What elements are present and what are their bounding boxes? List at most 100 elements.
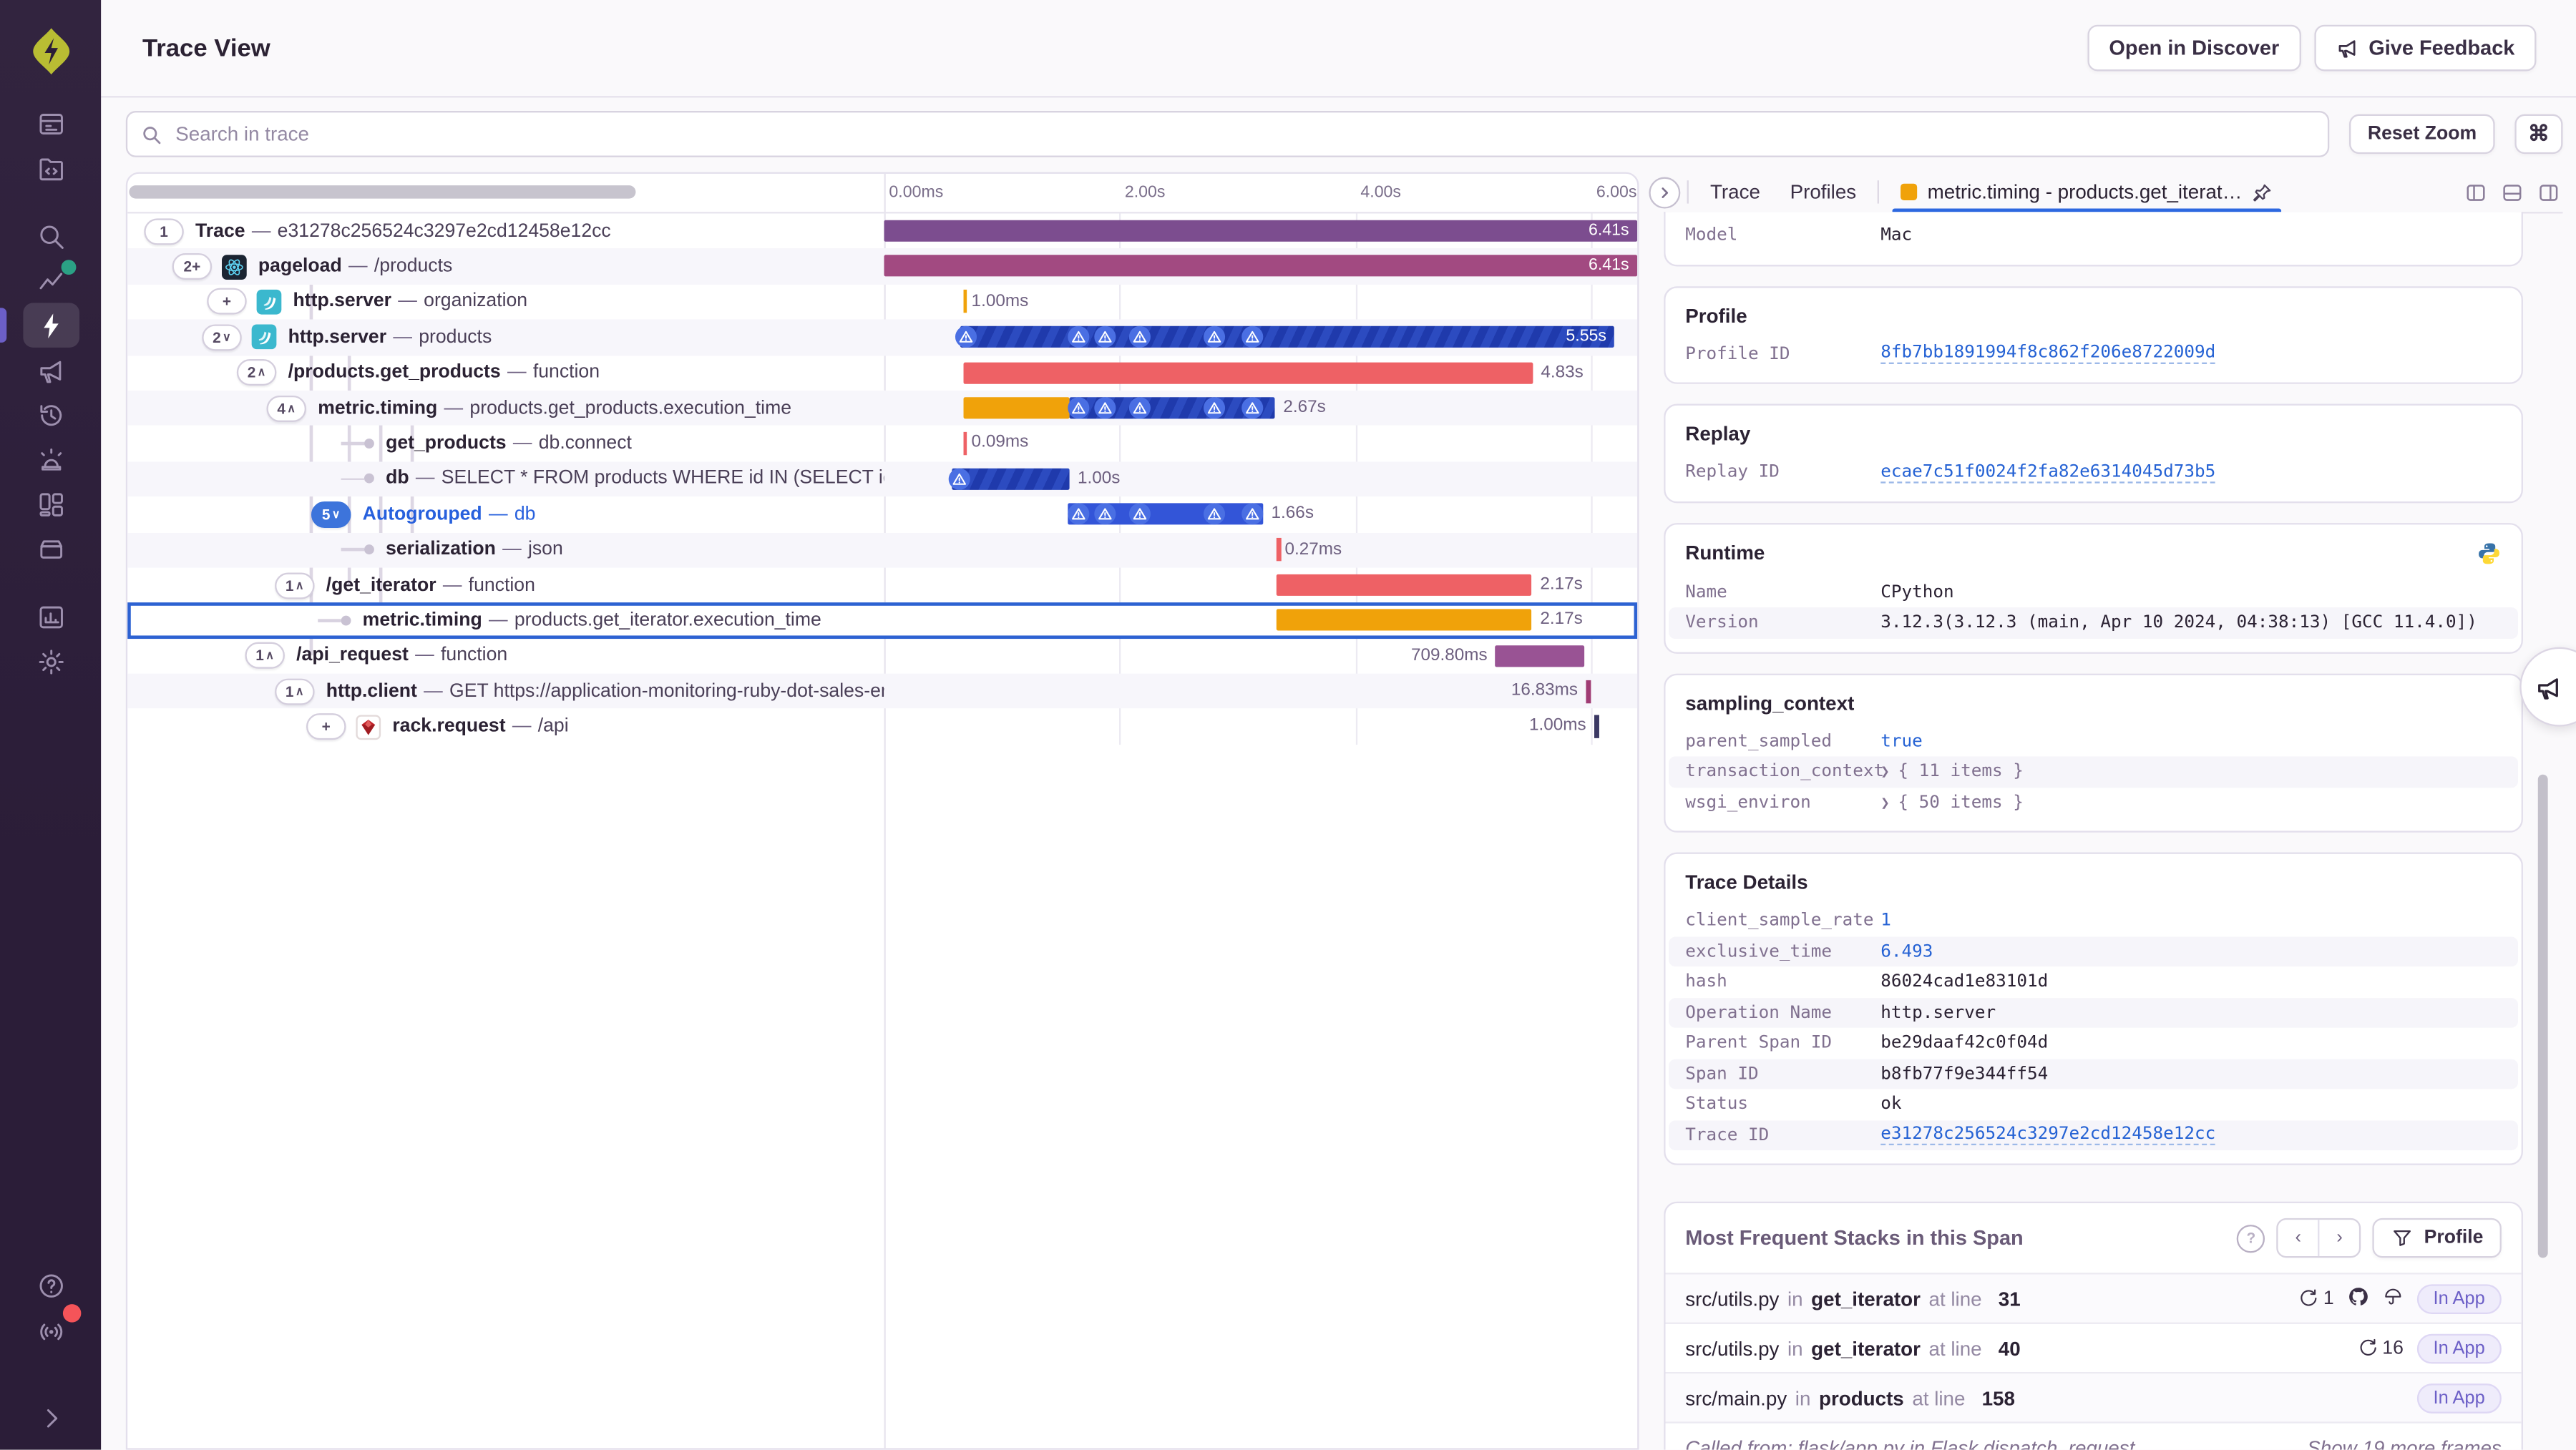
prev-stack-button[interactable]: ‹ <box>2278 1220 2318 1256</box>
dock-left-icon[interactable] <box>2465 181 2487 202</box>
detail-value[interactable]: ecae7c51f0024f2fa82e6314045d73b5 <box>1880 461 2216 483</box>
span-children-badge[interactable]: 2 ∧ <box>236 359 277 386</box>
sidebar-item-issues[interactable] <box>22 101 79 145</box>
span-row-pageload[interactable]: 2+ pageload — /products 6.41s <box>127 248 1638 285</box>
span-bar[interactable]: 6.41s <box>884 255 1638 278</box>
pin-icon[interactable] <box>2252 181 2273 202</box>
shortcuts-button[interactable]: ⌘ <box>2514 114 2563 155</box>
span-bar[interactable]: 6.41s <box>884 220 1638 242</box>
span-row-get-iterator[interactable]: 1 ∧ /get_iterator — function 2.17s <box>127 567 1637 602</box>
span-tick[interactable] <box>962 290 967 313</box>
dock-bottom-icon[interactable] <box>2502 181 2523 202</box>
stack-frame-row[interactable]: src/utils.py in get_iterator at line 31 1 In A… <box>1665 1274 2522 1324</box>
tab-span-details-active[interactable]: metric.timing - products.get_iterat… <box>1886 172 2288 214</box>
sidebar-item-projects[interactable] <box>22 146 79 190</box>
sidebar-item-archive[interactable] <box>22 526 79 571</box>
search-input[interactable] <box>172 120 2315 147</box>
span-warning-icon[interactable] <box>1093 503 1116 525</box>
tree-scrollbar-thumb[interactable] <box>129 185 636 199</box>
span-row-db-select[interactable]: db — SELECT * FROM products WHERE id IN (S… <box>127 461 1638 497</box>
sidebar-item-search[interactable] <box>22 213 79 258</box>
span-row-autogrouped-db[interactable]: 5 ∨ Autogrouped — db 1.66s <box>127 496 1637 531</box>
in-app-badge[interactable]: In App <box>2416 1383 2502 1413</box>
sidebar-item-replays[interactable] <box>22 392 79 436</box>
span-warning-icon[interactable] <box>1203 397 1225 419</box>
span-bar[interactable] <box>1276 574 1532 596</box>
span-row-http-server-organization[interactable]: + http.server — organization 1.00ms <box>127 284 1637 319</box>
details-scrollbar-thumb[interactable] <box>2537 774 2548 1258</box>
span-children-badge[interactable]: + <box>207 288 247 315</box>
give-feedback-button[interactable]: Give Feedback <box>2313 24 2537 72</box>
span-bar[interactable] <box>962 397 1070 419</box>
span-children-badge[interactable]: 2 ∨ <box>202 324 242 351</box>
span-warning-icon[interactable] <box>1093 397 1116 419</box>
github-icon[interactable] <box>2347 1285 2368 1312</box>
span-children-badge[interactable]: 4 ∧ <box>266 395 307 422</box>
collapse-panel-button[interactable] <box>1649 176 1681 208</box>
sidebar-item-releases[interactable] <box>22 348 79 392</box>
reset-zoom-button[interactable]: Reset Zoom <box>2349 114 2495 155</box>
sidebar-item-stats[interactable] <box>22 258 79 303</box>
span-warning-icon[interactable] <box>1093 326 1116 348</box>
floating-feedback-button[interactable] <box>2519 647 2576 727</box>
sidebar-item-help[interactable] <box>22 1263 79 1307</box>
span-bar[interactable] <box>1276 609 1532 632</box>
span-row-metric-timing-get-iterator[interactable]: metric.timing — products.get_iterator.exec… <box>127 602 1638 639</box>
span-warning-icon[interactable] <box>1128 503 1151 525</box>
detail-value[interactable]: e31278c256524c3297e2cd12458e12cc <box>1880 1125 2216 1146</box>
span-tick[interactable] <box>1276 537 1281 562</box>
sidebar-item-alerts[interactable] <box>22 437 79 481</box>
span-children-badge[interactable]: 1 ∧ <box>275 678 315 705</box>
next-stack-button[interactable]: › <box>2318 1220 2360 1257</box>
span-row-rack-request[interactable]: + rack.request —/api 1.00ms <box>127 709 1637 744</box>
span-row-products-get-products[interactable]: 2 ∧ /products.get_products — function 4.83s <box>127 355 1637 390</box>
span-warning-icon[interactable] <box>1203 326 1225 348</box>
tab-trace[interactable]: Trace <box>1695 173 1775 211</box>
span-children-badge[interactable]: 1 ∧ <box>245 642 285 670</box>
span-warning-icon[interactable] <box>1128 397 1151 419</box>
tab-profiles[interactable]: Profiles <box>1775 173 1871 211</box>
span-tick[interactable] <box>962 431 967 455</box>
span-tick[interactable] <box>1594 715 1599 738</box>
span-children-badge[interactable]: 1 <box>144 217 184 245</box>
sidebar-item-performance[interactable] <box>0 303 79 348</box>
span-row-get-products-db-connect[interactable]: get_products — db.connect 0.09ms <box>127 426 1637 461</box>
span-children-badge[interactable]: + <box>306 713 346 740</box>
in-app-badge[interactable]: In App <box>2416 1283 2502 1313</box>
span-warning-icon[interactable] <box>1067 503 1090 525</box>
sidebar-item-expand[interactable] <box>22 1395 79 1439</box>
span-row-metric-timing-get-products[interactable]: 4 ∧ metric.timing — products.get_products.ex… <box>127 390 1638 426</box>
span-warning-icon[interactable] <box>1128 326 1151 348</box>
open-in-discover-button[interactable]: Open in Discover <box>2087 24 2301 72</box>
span-warning-icon[interactable] <box>1067 397 1090 419</box>
span-children-badge[interactable]: 1 ∧ <box>275 572 315 599</box>
span-tick[interactable] <box>1586 679 1591 703</box>
dock-right-icon[interactable] <box>2538 181 2560 202</box>
span-warning-icon[interactable] <box>1067 326 1090 348</box>
span-row-api-request[interactable]: 1 ∧ /api_request — function 709.80ms <box>127 638 1637 673</box>
detail-value[interactable]: 8fb7bb1891994f8c862f206e8722009d <box>1880 343 2216 365</box>
help-icon[interactable]: ? <box>2237 1223 2265 1253</box>
umbrella-icon[interactable] <box>2382 1285 2404 1312</box>
stack-frame-row[interactable]: src/main.py in products at line 158 In App <box>1665 1373 2522 1424</box>
span-warning-icon[interactable] <box>1241 397 1263 419</box>
span-bar[interactable] <box>962 361 1533 383</box>
search-bar[interactable] <box>125 111 2330 157</box>
sidebar-item-settings[interactable] <box>22 639 79 683</box>
detail-value[interactable]: ❯{ 50 items } <box>1880 793 2024 813</box>
sidebar-item-whats-new[interactable] <box>22 1304 81 1352</box>
stack-frame-row[interactable]: src/utils.py in get_iterator at line 40 16 In … <box>1665 1324 2522 1374</box>
span-row-http-server-products[interactable]: 2 ∨ http.server — products 5.55s <box>127 319 1638 356</box>
span-bar[interactable]: 5.55s <box>960 326 1615 348</box>
sidebar-item-dashboards[interactable] <box>22 481 79 526</box>
profile-button[interactable]: Profile <box>2372 1218 2502 1258</box>
span-warning-icon[interactable] <box>1203 503 1225 525</box>
span-children-badge[interactable]: 2+ <box>172 253 213 280</box>
sentry-logo-icon[interactable] <box>24 25 77 78</box>
detail-value[interactable]: ❯{ 11 items } <box>1880 762 2024 782</box>
sidebar-item-metrics[interactable] <box>22 594 79 639</box>
span-row-trace[interactable]: 1 Trace — e31278c256524c3297e2cd12458e12cc 6… <box>127 213 1638 248</box>
span-bar[interactable] <box>1496 645 1585 667</box>
show-more-frames-link[interactable]: Show 19 more frames <box>2307 1436 2502 1450</box>
span-children-badge[interactable]: 5 ∨ <box>311 501 351 528</box>
